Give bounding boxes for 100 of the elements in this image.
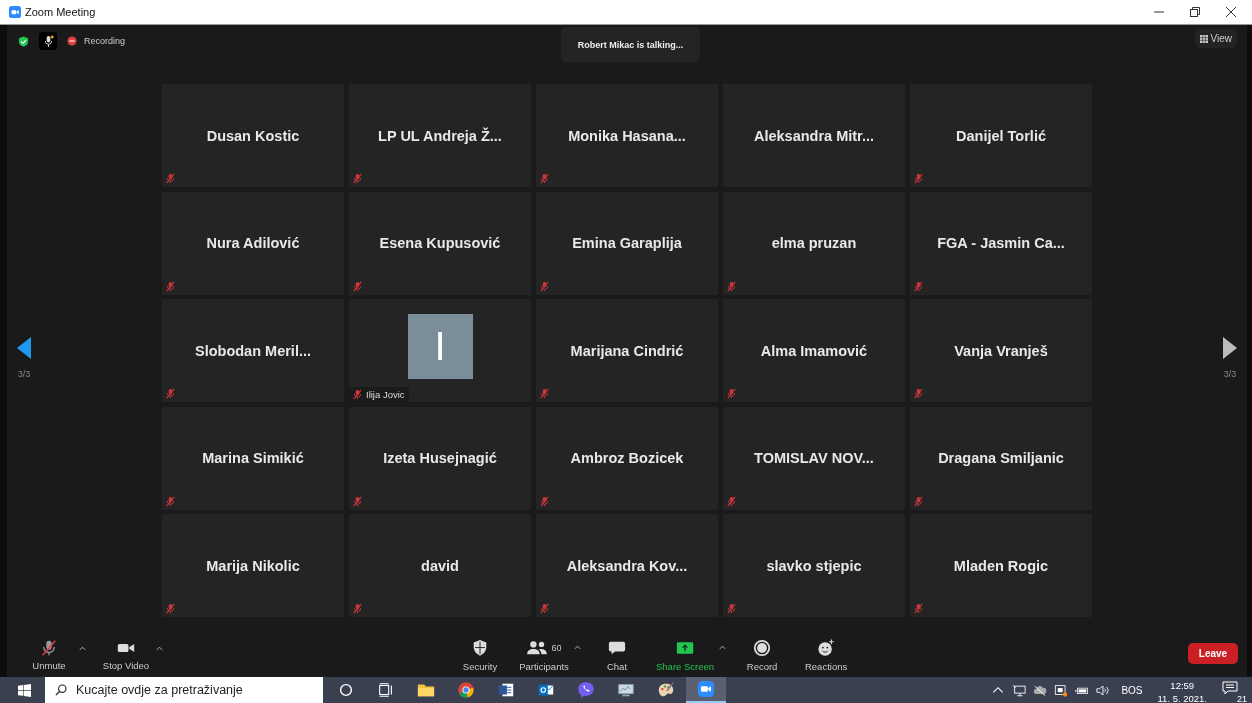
palette-icon [657,681,675,699]
participant-name: FGA - Jasmin Ca... [937,235,1065,251]
muted-mic-icon [352,280,363,292]
security-button[interactable]: Security [452,637,508,672]
search-icon [55,684,67,696]
participant-name: Alma Imamović [760,342,868,359]
muted-mic-icon [539,388,550,399]
tray-app-icon[interactable] [1054,683,1069,697]
stop-video-button[interactable]: Stop Video [98,638,154,671]
close-icon[interactable] [1226,7,1236,17]
muted-mic-icon [165,388,176,399]
participant-name: Vanja Vranješ [954,342,1048,359]
participant-name: Danijel Torlić [956,127,1046,144]
participant-name: Marina Simikić [202,450,304,466]
participant-name: Ambroz Bozicek [570,450,684,466]
grid-icon [1199,34,1208,43]
muted-mic-icon [913,173,924,184]
participant-name: elma pruzan [771,235,857,251]
participant-name: Dragana Smiljanic [938,450,1064,466]
participant-name: slavko stjepic [766,557,862,574]
network-icon[interactable] [1012,683,1027,697]
time-label: 12:59 [1170,679,1195,692]
participant-name: Aleksandra Kov... [566,557,688,574]
reactions-button[interactable]: Reactions [798,637,855,672]
recording-label: Recording [84,36,126,46]
circle-icon [337,681,355,699]
phone-bubble-icon [577,681,595,699]
clock[interactable]: 12:59 11. 5. 2021. [1157,677,1207,703]
button-label: Chat [606,660,628,672]
chat-button[interactable]: Chat [589,637,645,672]
search-field[interactable]: Kucajte ovdje za pretraživanje [45,677,323,703]
participant-name: Monika Hasana... [568,127,686,144]
muted-mic-icon [352,389,363,400]
caret-icon[interactable] [79,645,86,651]
date-label: 11. 5. 2021. [1157,692,1207,703]
taskbar-app[interactable] [686,677,726,703]
participant-name: TOMISLAV NOV... [754,450,874,466]
share-button[interactable]: Share Screen [653,637,718,672]
participant-name: Slobodan Meril... [195,342,311,359]
muted-mic-icon [539,173,550,184]
smiley-plus-icon [817,638,836,657]
shield-icon [471,638,489,657]
participant-name: Nura Adilović [206,235,300,251]
talking-indicator: Robert Mikac is talking... [561,27,700,62]
windows-start-icon[interactable] [18,683,31,697]
camera-app-icon [9,6,21,18]
muted-mic-icon [913,603,924,614]
muted-mic-icon [539,495,550,507]
muted-mic-icon [726,280,737,292]
muted-mic-icon [913,280,924,292]
muted-mic-icon [165,603,176,614]
caret-icon[interactable] [156,645,163,651]
muted-mic-icon [539,280,550,292]
record-icon [753,638,772,657]
leave-button[interactable]: Leave [1188,642,1238,664]
button-label: Participants [519,660,569,672]
button-label: Reactions [804,660,848,672]
language-indicator[interactable]: BOS [1121,684,1143,696]
muted-mic-icon [165,495,176,507]
speaker-icon[interactable] [1096,683,1111,697]
participant-name: Aleksandra Mitr... [753,127,875,144]
muted-mic-icon [913,388,924,399]
cloud-icon[interactable] [1033,683,1048,697]
record-button[interactable]: Record [734,637,791,672]
participant-name: david [421,557,459,574]
document-app-icon [497,681,515,699]
participant-name: Dusan Kostic [206,127,300,144]
shield-icon[interactable] [18,35,29,47]
button-label: Share Screen [656,660,715,672]
maximize-icon[interactable] [1190,7,1200,17]
muted-mic-icon [726,388,737,399]
microphone-icon[interactable] [39,32,57,50]
participant-name: Mladen Rogic [953,557,1049,574]
participant-name: Ilija Jovic [366,389,405,400]
previous-page-arrow[interactable] [17,336,31,359]
participants-button[interactable]: 60 Participants [516,637,572,672]
participant-name: LP UL Andreja Ž... [378,127,502,144]
avatar-initial: I [407,314,473,379]
next-page-arrow[interactable] [1223,336,1237,359]
unmute-button[interactable]: Unmute [21,638,77,671]
button-label: Security [462,660,498,672]
notification-count: 21 [1236,694,1248,703]
recording-icon [67,36,77,46]
page-number: 3/3 [17,368,31,379]
browser-icon [457,681,475,699]
participant-name: Esena Kupusović [379,235,501,251]
participant-name: Emina Garaplija [572,235,682,251]
participant-name: Marijana Cindrić [570,342,684,359]
muted-mic-icon [352,173,363,184]
task-view-icon [377,681,395,699]
caret-icon[interactable] [719,644,727,650]
button-label: Record [746,660,778,672]
muted-mic-icon [913,495,924,507]
muted-mic-icon [726,495,737,507]
view-button[interactable]: View [1194,29,1237,48]
muted-mic-icon [165,280,176,292]
speech-bubble-icon [1222,681,1238,695]
caret-icon[interactable] [574,644,581,650]
monitor-icon [617,681,635,699]
muted-mic-icon [352,603,363,614]
